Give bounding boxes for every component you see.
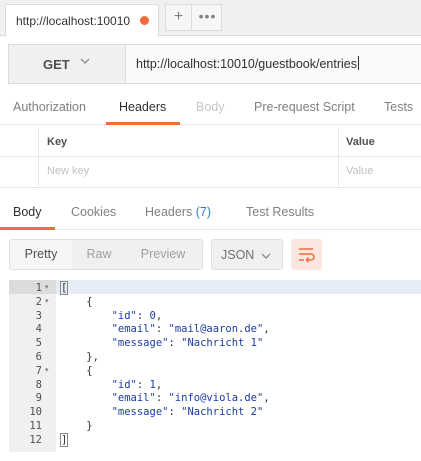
response-body-editor[interactable]: 1 ▾[2 ▾ {3 "id": 0, 4 "email": "mail@aaron.… [9, 280, 421, 452]
code-line: "email": "info@viola.de", [111, 392, 270, 405]
line-number: 4 [35, 323, 42, 336]
language-label: JSON [221, 248, 255, 262]
value-column-header: Value [346, 136, 375, 148]
line-number: 10 [29, 406, 42, 419]
code-line: { [61, 295, 93, 308]
tab-tests[interactable]: Tests [384, 100, 413, 114]
raw-button[interactable]: Raw [72, 240, 126, 269]
line-number: 6 [35, 351, 42, 363]
request-tab[interactable]: http://localhost:10010 [5, 4, 159, 37]
method-select[interactable]: GET [9, 45, 126, 83]
code-line: { [61, 364, 93, 377]
code-line: "id": 0, [111, 309, 163, 322]
table-header-row: Key Value [0, 128, 421, 157]
line-number: 12 [29, 433, 42, 446]
url-text: http://localhost:10010/guestbook/entries [136, 57, 357, 71]
wrap-lines-button[interactable] [291, 239, 322, 270]
key-column-header: Key [47, 136, 68, 148]
tab-bar: http://localhost:10010 + ••• [0, 0, 421, 37]
tab-response-body[interactable]: Body [13, 205, 42, 219]
tab-test-results[interactable]: Test Results [246, 205, 314, 219]
tab-pre-request-script[interactable]: Pre-request Script [254, 100, 355, 114]
chevron-down-icon [80, 58, 90, 64]
headers-table: Key Value New key Value [0, 128, 421, 188]
tab-cookies[interactable]: Cookies [71, 205, 116, 219]
new-key-input[interactable]: New key [47, 165, 89, 177]
line-number: 1 [35, 282, 42, 294]
column-divider [338, 128, 339, 157]
fold-toggle-icon[interactable]: ▾ [45, 281, 49, 295]
text-caret [357, 56, 359, 70]
table-row: New key Value [0, 157, 421, 186]
tab-body[interactable]: Body [196, 100, 225, 114]
more-tabs-button[interactable]: ••• [193, 5, 222, 30]
fold-toggle-icon[interactable]: ▾ [45, 364, 49, 378]
tab-controls: + ••• [165, 4, 222, 31]
code-line: "message": "Nachricht 1" [111, 337, 264, 350]
code-line: }, [61, 351, 99, 363]
pretty-button[interactable]: Pretty [10, 240, 72, 269]
response-tabs: Body Cookies Headers (7) Test Results [0, 197, 421, 230]
request-tabs: Authorization Headers Body Pre-request S… [0, 93, 421, 125]
column-divider [338, 157, 339, 186]
code-line: } [61, 420, 93, 432]
headers-count-badge: (7) [195, 205, 212, 219]
tab-response-headers[interactable]: Headers (7) [145, 205, 211, 219]
row-checkbox[interactable] [0, 157, 39, 186]
view-mode-group: Pretty Raw Preview [9, 239, 203, 270]
fold-toggle-icon[interactable]: ▾ [45, 295, 49, 309]
new-value-input[interactable]: Value [346, 165, 373, 177]
wrap-lines-icon [299, 248, 315, 263]
code-line: "id": 1, [111, 378, 163, 391]
preview-button[interactable]: Preview [128, 240, 198, 269]
active-tab-indicator [0, 227, 55, 230]
line-number: 7 [35, 364, 42, 377]
chevron-down-icon [261, 253, 271, 259]
code-line: [ [59, 281, 69, 295]
request-tab-title: http://localhost:10010 [16, 14, 131, 28]
tab-headers[interactable]: Headers [119, 100, 166, 114]
line-number: 9 [35, 392, 42, 405]
url-input[interactable]: http://localhost:10010/guestbook/entries [136, 56, 359, 71]
code-line: "email": "mail@aaron.de", [111, 323, 270, 336]
checkbox-column [0, 128, 39, 157]
active-tab-indicator [106, 122, 180, 125]
code-line: ] [59, 432, 69, 447]
line-number: 8 [35, 378, 42, 391]
url-bar: GET http://localhost:10010/guestbook/ent… [8, 44, 421, 84]
language-select[interactable]: JSON [211, 239, 283, 270]
tab-authorization[interactable]: Authorization [13, 100, 86, 114]
method-label: GET [43, 57, 70, 72]
line-number: 2 [35, 295, 42, 308]
line-number: 3 [35, 309, 42, 322]
line-number: 5 [35, 337, 42, 350]
unsaved-dot-icon [140, 16, 149, 25]
response-headers-label: Headers [145, 205, 193, 219]
new-tab-button[interactable]: + [166, 5, 192, 30]
line-number: 11 [29, 420, 42, 432]
code-line: "message": "Nachricht 2" [111, 406, 264, 419]
active-line-highlight [9, 280, 421, 294]
